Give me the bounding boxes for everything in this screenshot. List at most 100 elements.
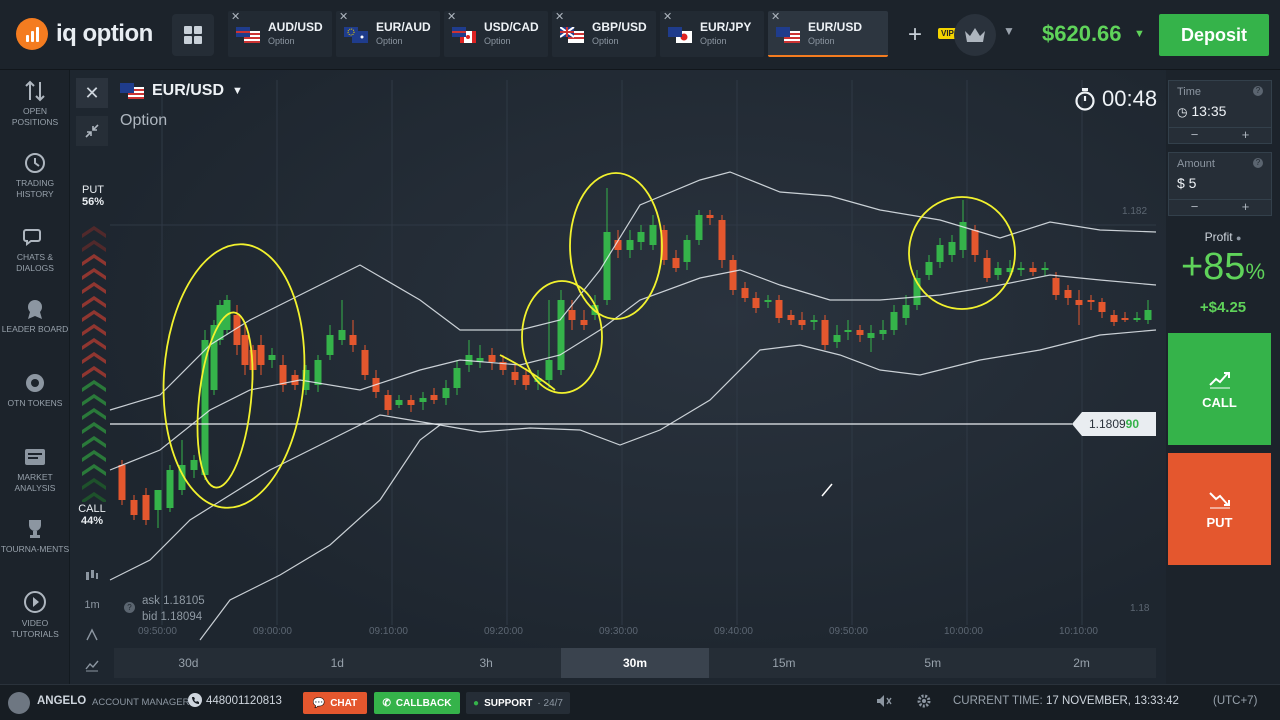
- flag-eu-us-icon: [776, 27, 800, 43]
- draw-tool-button[interactable]: [78, 620, 106, 650]
- help-icon[interactable]: ?: [124, 602, 135, 613]
- time-minus-button[interactable]: −: [1191, 128, 1199, 143]
- indicator-icon: [85, 660, 99, 672]
- user-name[interactable]: ANGELO: [37, 695, 86, 707]
- annotation-circle: [196, 311, 254, 489]
- chat-button[interactable]: 💬 CHAT: [303, 692, 367, 714]
- bid-price: bid 1.18094: [142, 611, 203, 623]
- timeframe-2m[interactable]: 2m: [1007, 648, 1157, 678]
- close-tab-icon[interactable]: ✕: [663, 10, 672, 23]
- candle: [833, 335, 841, 342]
- amount-field[interactable]: Amount ? $ 5 − +: [1168, 152, 1272, 216]
- amount-plus-button[interactable]: +: [1242, 200, 1250, 215]
- asset-tab[interactable]: ✕ EUR/AUD Option: [336, 11, 440, 57]
- indicators-button[interactable]: [78, 650, 106, 680]
- sidebar-item-leaderboard[interactable]: LEADER BOARD: [0, 298, 70, 335]
- timeframe-15m[interactable]: 15m: [709, 648, 859, 678]
- close-tab-icon[interactable]: ✕: [339, 10, 348, 23]
- asset-tab[interactable]: ✕ AUD/USD Option: [228, 11, 332, 57]
- sentiment-chevron: [82, 268, 106, 280]
- timeframe-1d[interactable]: 1d: [262, 648, 412, 678]
- x-tick: 09:20:00: [484, 626, 523, 637]
- help-icon[interactable]: ?: [1253, 86, 1263, 96]
- candle: [488, 355, 496, 362]
- close-tab-icon[interactable]: ✕: [771, 10, 780, 23]
- asset-tab-active[interactable]: ✕ EUR/USD Option: [768, 11, 888, 57]
- candle: [442, 388, 450, 398]
- sound-icon[interactable]: [876, 694, 892, 711]
- balance-chevron-down-icon[interactable]: ▼: [1134, 28, 1145, 40]
- amount-value[interactable]: $ 5: [1177, 175, 1196, 191]
- tab-pair: USD/CAD: [484, 20, 539, 34]
- help-icon[interactable]: ●: [1236, 233, 1241, 243]
- clock-icon: ◷: [1177, 105, 1188, 119]
- price-main: 1.1809: [1088, 417, 1126, 431]
- candle: [279, 365, 287, 385]
- sidebar-item-trading-history[interactable]: TRADING HISTORY: [0, 152, 70, 200]
- timeframe-30m[interactable]: 30m: [560, 648, 710, 678]
- phone-icon: ✆: [382, 697, 391, 709]
- time-plus-button[interactable]: +: [1242, 128, 1250, 143]
- close-tab-icon[interactable]: ✕: [447, 10, 456, 23]
- help-icon[interactable]: ?: [1253, 158, 1263, 168]
- deposit-button[interactable]: Deposit: [1159, 14, 1269, 56]
- sentiment-chevron: [82, 464, 106, 476]
- candle: [142, 495, 150, 520]
- collapse-button[interactable]: [76, 116, 108, 146]
- candle-type-button[interactable]: [78, 560, 106, 590]
- support-button[interactable]: ● SUPPORT · 24/7: [466, 692, 570, 714]
- stopwatch-icon: [1075, 88, 1095, 111]
- collapse-arrows-icon: [85, 124, 99, 138]
- candle: [867, 333, 875, 338]
- candle: [580, 320, 588, 325]
- timer-value: 00:48: [1102, 86, 1158, 111]
- price-tail: 90: [1125, 417, 1140, 431]
- asset-tab[interactable]: ✕ EUR/JPY Option: [660, 11, 764, 57]
- account-balance[interactable]: $620.66: [1042, 21, 1122, 47]
- sidebar-item-video-tutorials[interactable]: VIDEO TUTORIALS: [0, 590, 70, 640]
- candle: [568, 310, 576, 320]
- close-tab-icon[interactable]: ✕: [231, 10, 240, 23]
- settings-gear-icon[interactable]: [916, 693, 932, 712]
- call-button[interactable]: CALL: [1168, 333, 1271, 445]
- asset-tab[interactable]: ✕ USD/CAD Option: [444, 11, 548, 57]
- manager-phone[interactable]: 448001120813: [206, 695, 282, 707]
- candle: [948, 242, 956, 255]
- amount-label: Amount: [1177, 158, 1215, 170]
- sidebar-item-chats[interactable]: CHATS & DIALOGS: [0, 226, 70, 274]
- timeframe-30d[interactable]: 30d: [114, 648, 263, 678]
- asset-grid-button[interactable]: [172, 14, 214, 56]
- sidebar-item-tournaments[interactable]: TOURNA-MENTS: [0, 518, 70, 555]
- avatar[interactable]: [8, 692, 30, 714]
- close-chart-button[interactable]: ✕: [76, 78, 108, 108]
- timeframe-3h[interactable]: 3h: [411, 648, 561, 678]
- timeframe-5m[interactable]: 5m: [858, 648, 1008, 678]
- asset-tab[interactable]: ✕ GBP/USD Option: [552, 11, 656, 57]
- put-sentiment-pct: 56%: [81, 196, 105, 208]
- candle: [419, 398, 427, 402]
- app-logo[interactable]: iq option: [16, 18, 153, 50]
- chart-pair-selector[interactable]: EUR/USD ▼: [120, 82, 243, 100]
- candle: [1121, 318, 1129, 320]
- sentiment-chevron: [82, 380, 106, 392]
- chart-area[interactable]: [70, 70, 1166, 684]
- sidebar-item-open-positions[interactable]: OPEN POSITIONS: [0, 80, 70, 128]
- interval-button[interactable]: 1m: [78, 590, 106, 620]
- add-asset-button[interactable]: +: [896, 14, 934, 56]
- candle: [764, 300, 772, 302]
- vip-crown-button[interactable]: [954, 14, 996, 56]
- sidebar-item-market-analysis[interactable]: MARKET ANALYSIS: [0, 446, 70, 494]
- chevron-down-icon[interactable]: ▼: [1003, 24, 1015, 38]
- ask-bid-readout: ? ask 1.18105 bid 1.18094: [124, 593, 205, 625]
- candle: [706, 215, 714, 218]
- put-button[interactable]: PUT: [1168, 453, 1271, 565]
- close-tab-icon[interactable]: ✕: [555, 10, 564, 23]
- price-chart[interactable]: [70, 70, 1166, 684]
- candle: [384, 395, 392, 410]
- sentiment-chevron: [82, 254, 106, 266]
- callback-button[interactable]: ✆ CALLBACK: [374, 692, 460, 714]
- time-field[interactable]: Time ? ◷ 13:35 − +: [1168, 80, 1272, 144]
- amount-minus-button[interactable]: −: [1191, 200, 1199, 215]
- sentiment-meter: [82, 226, 106, 502]
- sidebar-item-otn-tokens[interactable]: OTN TOKENS: [0, 372, 70, 409]
